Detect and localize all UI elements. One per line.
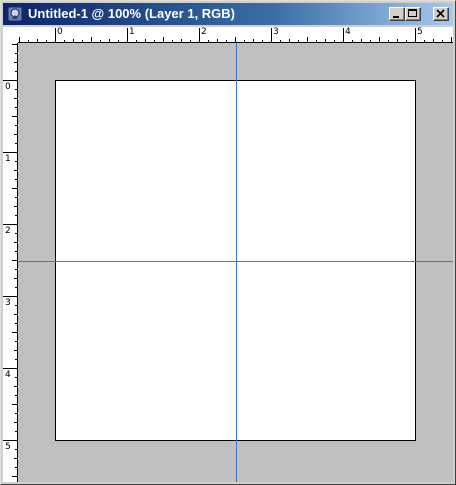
vertical-guide[interactable] [236,43,237,482]
minimize-icon [393,16,399,18]
minimize-button[interactable] [389,7,405,21]
document-window: Untitled-1 @ 100% (Layer 1, RGB) 0 1 2 3… [0,0,456,485]
v-ruler-label-2: 2 [5,226,11,236]
vertical-ruler-ticks [3,44,18,477]
canvas-pasteboard[interactable] [18,43,453,482]
ruler-origin-corner[interactable] [3,27,18,43]
close-icon [436,9,445,18]
maximize-icon [408,9,417,17]
v-ruler-label-5: 5 [5,442,11,452]
h-ruler-label-2: 2 [201,27,207,37]
v-ruler-label-0: 0 [5,82,11,92]
h-ruler-label-4: 4 [345,27,351,37]
vertical-ruler[interactable]: 0 1 2 3 4 5 [3,43,18,482]
horizontal-ruler[interactable]: 0 1 2 3 4 5 [18,27,453,43]
v-ruler-label-1: 1 [5,154,11,164]
h-ruler-label-3: 3 [273,27,279,37]
horizontal-guide[interactable] [18,261,453,262]
h-ruler-label-0: 0 [57,27,63,37]
window-title: Untitled-1 @ 100% (Layer 1, RGB) [28,6,236,21]
v-ruler-label-3: 3 [5,298,11,308]
title-bar[interactable]: Untitled-1 @ 100% (Layer 1, RGB) [3,3,453,25]
h-ruler-label-5: 5 [417,27,423,37]
horizontal-ruler-ticks [19,28,452,43]
h-ruler-label-1: 1 [129,27,135,37]
maximize-button[interactable] [405,7,421,21]
close-button[interactable] [433,7,449,21]
photoshop-document-icon[interactable] [7,6,23,22]
v-ruler-label-4: 4 [5,370,11,380]
